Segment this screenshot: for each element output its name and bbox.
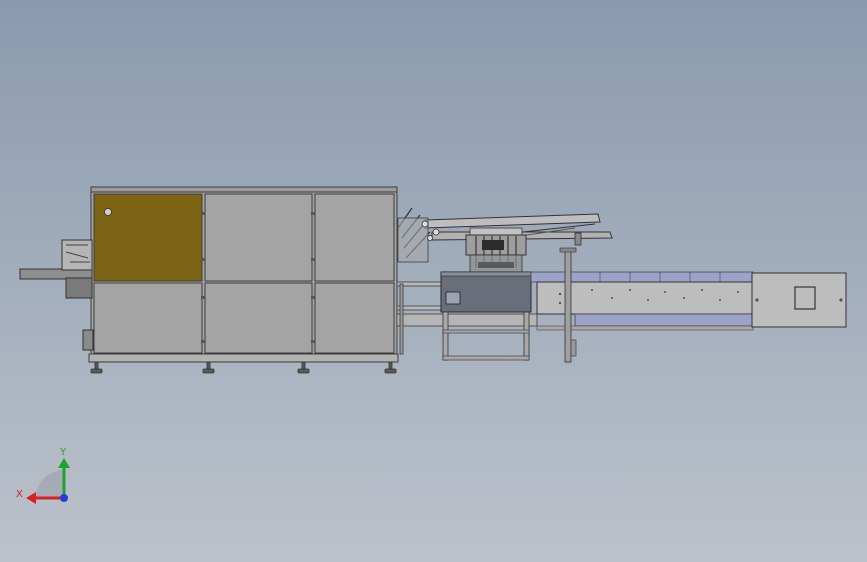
discharge-table (751, 272, 847, 328)
conveyor-post (564, 249, 572, 363)
infeed-bracket (65, 277, 93, 299)
door-panel (93, 282, 203, 354)
infeed-side-box (82, 329, 94, 351)
y-axis-label: Y (59, 447, 67, 458)
door-panel-highlighted[interactable] (93, 193, 203, 282)
y-axis-arrow-head (58, 458, 70, 468)
axis-triad[interactable]: Y X (16, 447, 70, 504)
cad-viewport[interactable]: Y X (0, 0, 867, 562)
door-panel (314, 282, 395, 354)
pick-place-head (465, 227, 527, 274)
door-panel (204, 282, 313, 354)
door-lock-icon (104, 208, 112, 216)
pulley-icon (427, 235, 433, 241)
triad-shadow (36, 470, 64, 498)
discharge-table-body (751, 272, 847, 328)
main-cabinet (88, 186, 399, 374)
left-infeed (19, 239, 94, 351)
door-panel (204, 193, 313, 282)
outfeed-conveyor (530, 247, 754, 363)
bolt-icon (755, 298, 759, 302)
leveling-feet (90, 361, 397, 374)
control-box[interactable] (445, 291, 461, 305)
bolt-icon (839, 298, 843, 302)
cabinet-base (88, 353, 399, 363)
pulley-icon (421, 220, 429, 228)
conveyor-belt-bottom (574, 313, 754, 327)
pulley-icon (432, 228, 440, 236)
door-panel (314, 193, 395, 282)
x-axis-label: X (16, 489, 23, 500)
z-axis-dot (60, 494, 68, 502)
x-axis-arrow-head (26, 492, 36, 504)
